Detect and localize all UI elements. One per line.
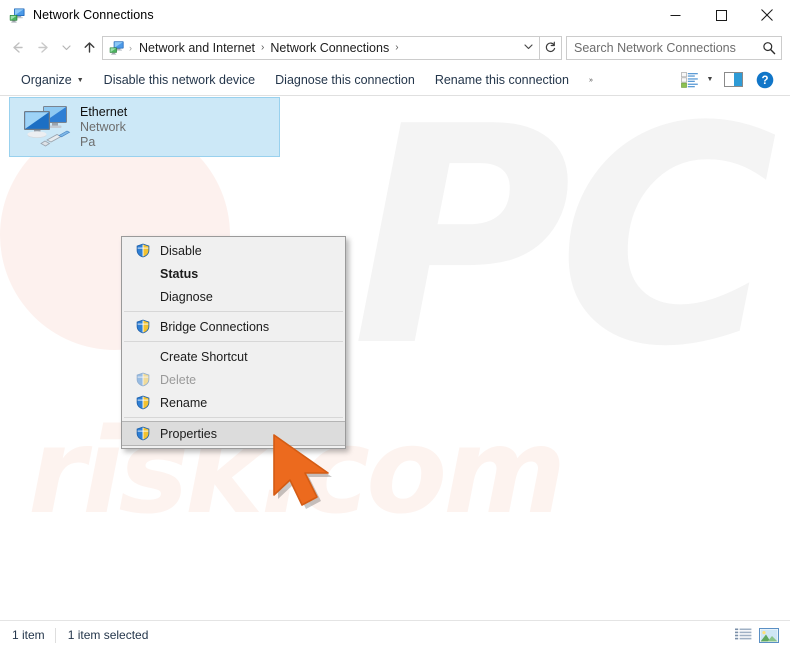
menu-item-diagnose[interactable]: Diagnose (122, 285, 345, 308)
rename-connection-label: Rename this connection (434, 72, 569, 87)
menu-item-label: Disable (160, 243, 202, 258)
breadcrumb-chevron-icon-0[interactable]: › (258, 42, 267, 53)
details-view-icon[interactable] (730, 624, 756, 646)
uac-shield-icon (130, 395, 156, 410)
list-item-text: Ethernet Network Pa (78, 105, 127, 149)
breadcrumb-dropdown-icon[interactable] (517, 41, 539, 55)
ethernet-adapter-icon (16, 104, 78, 150)
menu-item-bridge-connections[interactable]: Bridge Connections (122, 315, 345, 338)
menu-item-rename[interactable]: Rename (122, 391, 345, 414)
menu-item-label: Status (160, 266, 199, 281)
up-button[interactable] (76, 35, 102, 61)
uac-shield-icon (130, 319, 156, 334)
menu-item-delete: Delete (122, 368, 345, 391)
change-view-chevron-icon[interactable]: ▼ (704, 76, 716, 83)
menu-item-label: Bridge Connections (160, 319, 270, 334)
context-menu: Disable Status Diagnose Bridge Connectio… (121, 236, 346, 449)
explorer-window: PC risk.com Network Connections (0, 0, 790, 649)
uac-shield-icon (130, 243, 156, 258)
menu-separator (124, 311, 343, 312)
overflow-chevron-icon: » (588, 77, 593, 84)
window-title: Network Connections (33, 8, 154, 22)
maximize-button[interactable] (698, 0, 744, 31)
change-view-icon[interactable] (675, 67, 705, 93)
menu-item-label: Properties (160, 426, 217, 441)
menu-item-label: Delete (160, 372, 197, 387)
menu-item-label: Create Shortcut (160, 349, 248, 364)
uac-shield-icon (130, 426, 156, 441)
large-icons-view-icon[interactable] (756, 624, 782, 646)
command-bar: Organize ▼ Disable this network device D… (0, 64, 790, 96)
disable-network-device-label: Disable this network device (103, 72, 256, 87)
menu-item-create-shortcut[interactable]: Create Shortcut (122, 345, 345, 368)
breadcrumb-chevron-icon-1[interactable]: › (392, 42, 401, 53)
overflow-button[interactable]: » (579, 72, 603, 87)
window-controls (652, 0, 790, 31)
back-button[interactable] (4, 35, 30, 61)
connection-network: Network (80, 120, 126, 134)
refresh-icon[interactable] (539, 36, 561, 59)
menu-item-status[interactable]: Status (122, 262, 345, 285)
chevron-down-icon: ▼ (76, 77, 84, 84)
breadcrumb-item-1[interactable]: Network Connections (267, 39, 392, 57)
disable-network-device-button[interactable]: Disable this network device (94, 69, 265, 91)
breadcrumb-item-0[interactable]: Network and Internet (136, 39, 258, 57)
connection-adapter: Pa (80, 135, 96, 149)
menu-item-label: Rename (160, 395, 208, 410)
search-input[interactable] (567, 40, 757, 55)
selection-status: 1 item selected (67, 628, 149, 642)
menu-item-label: Diagnose (160, 289, 213, 304)
mouse-pointer-arrow (268, 430, 360, 517)
diagnose-connection-label: Diagnose this connection (275, 72, 415, 87)
status-divider (54, 627, 56, 643)
recent-locations-button[interactable] (56, 35, 76, 61)
rename-connection-button[interactable]: Rename this connection (425, 69, 579, 91)
item-count: 1 item (12, 628, 45, 642)
title-bar: Network Connections (0, 0, 790, 31)
close-button[interactable] (744, 0, 790, 31)
breadcrumb[interactable]: › Network and Internet › Network Connect… (102, 35, 562, 60)
search-box[interactable] (566, 35, 782, 60)
diagnose-connection-button[interactable]: Diagnose this connection (265, 69, 425, 91)
minimize-button[interactable] (652, 0, 698, 31)
command-bar-icons: ▼ ? (675, 67, 790, 93)
breadcrumb-network-icon (109, 40, 125, 56)
search-icon[interactable] (757, 41, 781, 55)
list-item-ethernet[interactable]: Ethernet Network Pa (9, 97, 280, 157)
connection-name: Ethernet (80, 105, 128, 119)
connections-list: Ethernet Network Pa Disable Status Diagn… (0, 96, 790, 620)
menu-item-disable[interactable]: Disable (122, 239, 345, 262)
menu-separator (124, 341, 343, 342)
network-connections-icon (9, 7, 26, 24)
organize-label: Organize (21, 72, 72, 87)
breadcrumb-root-chevron-icon[interactable]: › (129, 43, 132, 53)
forward-button[interactable] (30, 35, 56, 61)
svg-text:?: ? (761, 75, 768, 87)
status-bar: 1 item 1 item selected (0, 620, 790, 649)
preview-pane-icon[interactable] (718, 67, 748, 93)
address-bar: › Network and Internet › Network Connect… (0, 31, 790, 64)
uac-shield-icon (130, 372, 156, 387)
menu-separator (124, 417, 343, 418)
organize-button[interactable]: Organize ▼ (11, 69, 94, 91)
help-icon[interactable]: ? (750, 67, 780, 93)
